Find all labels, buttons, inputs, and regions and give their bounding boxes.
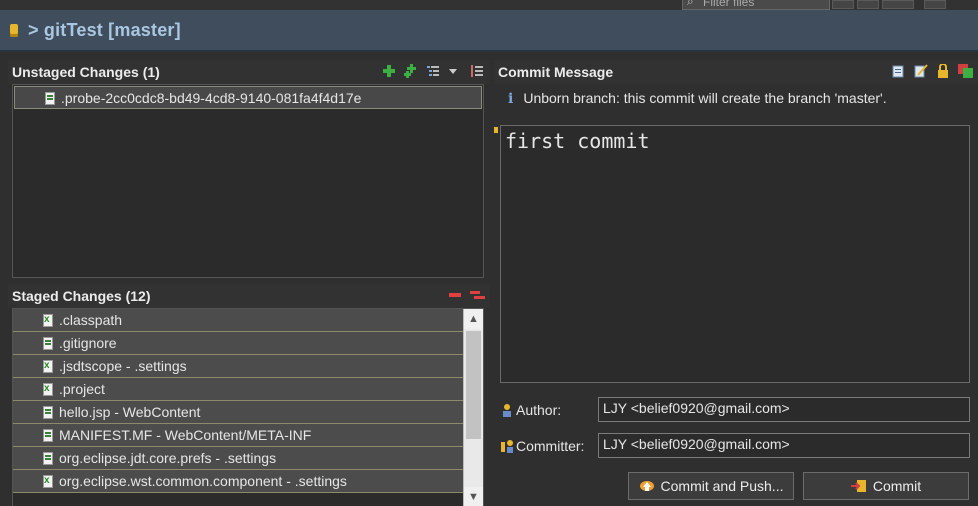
staged-header: Staged Changes (12) [8, 284, 490, 308]
file-icon: x [43, 383, 53, 396]
committer-icon [500, 439, 514, 453]
file-label: .classpath [59, 312, 123, 328]
unstaged-title: Unstaged Changes (1) [12, 64, 160, 80]
push-icon [639, 479, 655, 493]
gerrit-icon[interactable] [958, 64, 973, 78]
unstaged-changes-panel: Unstaged Changes (1) .probe-2cc0cdc8-bd4… [8, 60, 490, 280]
author-label: Author: [500, 402, 561, 418]
git-staging-view: ⌕ Filter files > gitTest [master] Unstag… [0, 0, 978, 506]
commit-and-push-label: Commit and Push... [660, 478, 784, 494]
remove-all-from-index-icon[interactable] [470, 288, 485, 302]
commit-message-input[interactable]: first commit [500, 125, 970, 383]
file-icon [43, 406, 53, 419]
file-icon [45, 92, 55, 105]
list-item[interactable]: x org.eclipse.wst.common.component - .set… [13, 470, 463, 493]
commit-button[interactable]: Commit [803, 472, 969, 500]
author-field[interactable]: LJY <belief0920@gmail.com> [598, 397, 970, 422]
toolbar-button-4[interactable] [924, 0, 946, 9]
unstaged-header: Unstaged Changes (1) [8, 60, 490, 84]
author-icon [500, 403, 514, 417]
unstaged-toolbar [382, 64, 484, 78]
committer-label: Committer: [500, 438, 584, 454]
committer-field[interactable]: LJY <belief0920@gmail.com> [598, 433, 970, 458]
file-label: .jsdtscope - .settings [59, 358, 187, 374]
chevron-up-icon[interactable]: ▲ [464, 309, 483, 329]
staged-title: Staged Changes (12) [12, 288, 151, 304]
remove-from-index-icon[interactable] [448, 288, 462, 302]
repository-title-bar: > gitTest [master] [0, 10, 978, 52]
commit-toolbar [892, 63, 973, 78]
author-label-text: Author: [516, 402, 562, 418]
list-item[interactable]: x .classpath [13, 309, 463, 332]
unstaged-file-list[interactable]: .probe-2cc0cdc8-bd49-4cd8-9140-081fa4f4d… [12, 84, 484, 278]
file-label: .probe-2cc0cdc8-bd49-4cd8-9140-081fa4f4d… [61, 90, 362, 106]
search-icon: ⌕ [687, 0, 694, 8]
file-icon: x [43, 360, 53, 373]
staged-scrollbar[interactable]: ▲ ▼ [463, 309, 483, 506]
toolbar-button-3[interactable] [882, 0, 914, 9]
commit-message-panel: Commit Message [494, 60, 978, 84]
commit-message-title: Commit Message [498, 64, 614, 80]
toolbar-button-2[interactable] [857, 0, 879, 9]
scrollbar-thumb[interactable] [466, 331, 481, 439]
toolbar-button-1[interactable] [832, 0, 854, 9]
commit-label: Commit [872, 478, 922, 494]
list-item[interactable]: hello.jsp - WebContent [13, 401, 463, 424]
staged-changes-panel: Staged Changes (12) x .classpath .gitigno… [8, 284, 490, 506]
add-to-index-icon[interactable] [382, 64, 396, 78]
file-label: .gitignore [59, 335, 117, 351]
list-item[interactable]: .gitignore [13, 332, 463, 355]
file-icon: x [43, 314, 53, 327]
lock-icon[interactable] [936, 63, 950, 78]
list-item[interactable]: .probe-2cc0cdc8-bd49-4cd8-9140-081fa4f4d… [14, 86, 482, 109]
unborn-branch-info: i Unborn branch: this commit will create … [508, 90, 887, 107]
file-label: MANIFEST.MF - WebContent/META-INF [59, 427, 312, 443]
amend-icon[interactable] [892, 64, 906, 78]
content-assist-icon [494, 127, 498, 133]
list-item[interactable]: x .jsdtscope - .settings [13, 355, 463, 378]
sort-icon[interactable] [470, 64, 484, 78]
file-label: hello.jsp - WebContent [59, 404, 201, 420]
file-icon [43, 429, 53, 442]
list-item[interactable]: x .project [13, 378, 463, 401]
repository-title: > gitTest [master] [28, 19, 181, 40]
committer-label-text: Committer: [516, 438, 585, 454]
filter-files-input[interactable]: ⌕ Filter files [682, 0, 830, 10]
info-icon: i [508, 91, 514, 107]
file-label: org.eclipse.jdt.core.prefs - .settings [59, 450, 277, 466]
commit-message-header: Commit Message [494, 60, 978, 84]
file-label: org.eclipse.wst.common.component - .sett… [59, 473, 347, 489]
commit-icon [850, 479, 867, 493]
file-icon: x [43, 475, 53, 488]
chevron-down-icon[interactable] [448, 64, 462, 78]
repository-icon [10, 23, 18, 37]
filter-files-placeholder: Filter files [703, 0, 755, 9]
top-toolbar-strip: ⌕ Filter files [0, 0, 978, 10]
signed-off-icon[interactable] [914, 64, 928, 78]
chevron-down-icon[interactable]: ▼ [464, 487, 483, 506]
list-item[interactable]: MANIFEST.MF - WebContent/META-INF [13, 424, 463, 447]
list-item[interactable]: org.eclipse.jdt.core.prefs - .settings [13, 447, 463, 470]
tree-view-icon[interactable] [426, 64, 440, 78]
commit-and-push-button[interactable]: Commit and Push... [628, 472, 794, 500]
file-label: .project [59, 381, 105, 397]
add-all-to-index-icon[interactable] [404, 64, 418, 78]
staged-toolbar [448, 288, 485, 302]
file-icon [43, 337, 53, 350]
file-icon [43, 452, 53, 465]
info-text: Unborn branch: this commit will create t… [523, 90, 887, 106]
staged-file-list[interactable]: x .classpath .gitignore x .jsdtscope - .se… [12, 308, 484, 506]
